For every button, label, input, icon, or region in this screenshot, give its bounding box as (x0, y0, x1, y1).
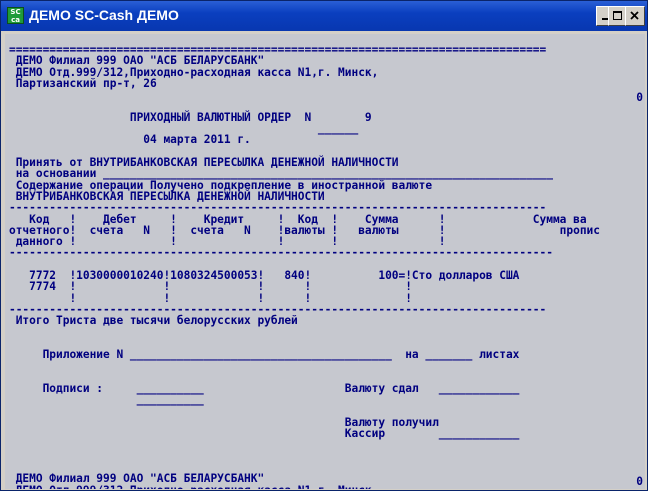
close-button[interactable] (625, 6, 645, 26)
window-title: ДЕМО SC-Cash ДЕМО (29, 7, 179, 23)
app-icon[interactable]: SC ca (7, 7, 24, 24)
document-view[interactable]: ========================================… (5, 34, 645, 489)
maximize-icon (613, 11, 622, 20)
app-window: SC ca ДЕМО SC-Cash ДЕМО =================… (0, 0, 648, 491)
page-mark-top: 0 (636, 91, 643, 104)
document-line: __________ (9, 393, 204, 407)
close-icon (630, 11, 639, 20)
document-line: Итого Триста две тысячи белорусских рубл… (9, 314, 298, 328)
document-line: Партизанский пр-т, 26 (9, 76, 157, 90)
document-line: ДЕМО Отд.999/312,Приходно-расходная касс… (9, 484, 379, 489)
page-mark-bottom: 0 (636, 475, 643, 488)
document-line: Приложение N ___________________________… (9, 348, 520, 362)
document-line: Кассир ____________ (9, 427, 520, 441)
title-bar[interactable]: SC ca ДЕМО SC-Cash ДЕМО (1, 1, 647, 31)
document-line: 04 марта 2011 г. (9, 133, 251, 147)
document-line: ----------------------------------------… (9, 246, 553, 260)
